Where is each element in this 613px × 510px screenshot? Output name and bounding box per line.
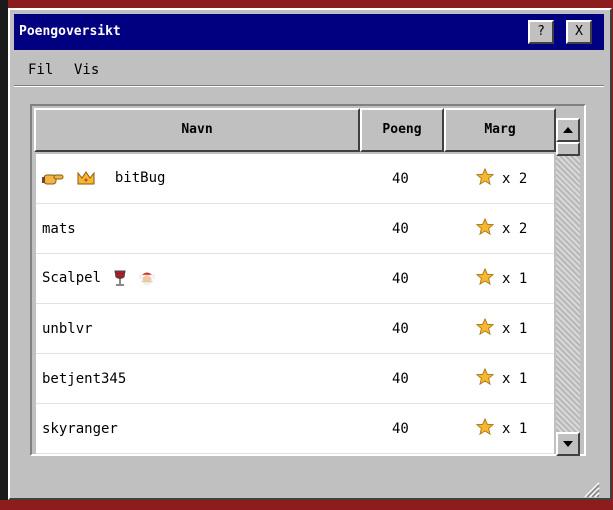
player-name: Scalpel: [42, 270, 102, 286]
column-header-navn[interactable]: Navn: [34, 108, 360, 152]
star-icon: [476, 318, 494, 336]
scroll-up-button[interactable]: [556, 118, 580, 142]
table-body: bitBug 40 x 2 mats 40 x 2 Scalpel 40 x 1…: [36, 154, 554, 454]
star-icon: [476, 218, 494, 236]
player-name: bitBug: [114, 170, 166, 186]
titlebar: Poengoversikt ? X: [14, 14, 604, 50]
star-icon: [476, 168, 494, 186]
player-score: 40: [392, 421, 409, 437]
table-header: Navn Poeng Marg: [34, 108, 556, 152]
table-row[interactable]: skyranger 40 x 1: [36, 404, 554, 454]
star-icon: [476, 268, 494, 286]
player-score: 40: [392, 171, 409, 187]
marg-multiplier: x 2: [502, 221, 528, 237]
player-score: 40: [392, 221, 409, 237]
scrollbar-thumb[interactable]: [556, 142, 580, 156]
help-button[interactable]: ?: [528, 20, 554, 44]
player-name: betjent345: [42, 371, 127, 387]
santa-face-icon: [139, 272, 155, 285]
close-button[interactable]: X: [566, 20, 592, 44]
player-name: unblvr: [42, 321, 93, 337]
window-title: Poengoversikt: [19, 24, 121, 39]
arrow-up-icon: [563, 127, 573, 133]
column-header-poeng[interactable]: Poeng: [360, 108, 444, 152]
desktop-edge: [0, 0, 8, 510]
menu-separator: [14, 85, 604, 87]
player-score: 40: [392, 321, 409, 337]
menu-bar: Fil Vis: [14, 54, 604, 82]
score-window: Poengoversikt ? X Fil Vis Navn Poeng Mar…: [8, 8, 612, 500]
table-row[interactable]: unblvr 40 x 1: [36, 304, 554, 354]
player-score: 40: [392, 371, 409, 387]
arrow-down-icon: [563, 441, 573, 447]
marg-multiplier: x 1: [502, 321, 528, 337]
star-icon: [476, 368, 494, 386]
wine-glass-icon: [114, 270, 127, 286]
crown-icon: [77, 171, 95, 185]
menu-vis[interactable]: Vis: [74, 62, 99, 78]
column-header-marg[interactable]: Marg: [444, 108, 556, 152]
player-score: 40: [392, 271, 409, 287]
star-icon: [476, 418, 494, 436]
scrollbar-track[interactable]: [556, 118, 580, 456]
score-table: Navn Poeng Marg bitBug 40 x 2 mats 40 x …: [30, 104, 586, 456]
table-row[interactable]: mats 40 x 2: [36, 204, 554, 254]
table-row[interactable]: bitBug 40 x 2: [36, 154, 554, 204]
scroll-down-button[interactable]: [556, 432, 580, 456]
resize-grip-icon[interactable]: [578, 476, 600, 498]
menu-fil[interactable]: Fil: [28, 62, 53, 78]
marg-multiplier: x 1: [502, 371, 528, 387]
marg-multiplier: x 2: [502, 171, 528, 187]
marg-multiplier: x 1: [502, 421, 528, 437]
pointing-hand-icon: [42, 174, 64, 185]
desktop-bottom: [0, 500, 613, 510]
player-name: mats: [42, 221, 76, 237]
table-row[interactable]: Scalpel 40 x 1: [36, 254, 554, 304]
player-name: skyranger: [42, 421, 118, 437]
marg-multiplier: x 1: [502, 271, 528, 287]
table-row[interactable]: betjent345 40 x 1: [36, 354, 554, 404]
